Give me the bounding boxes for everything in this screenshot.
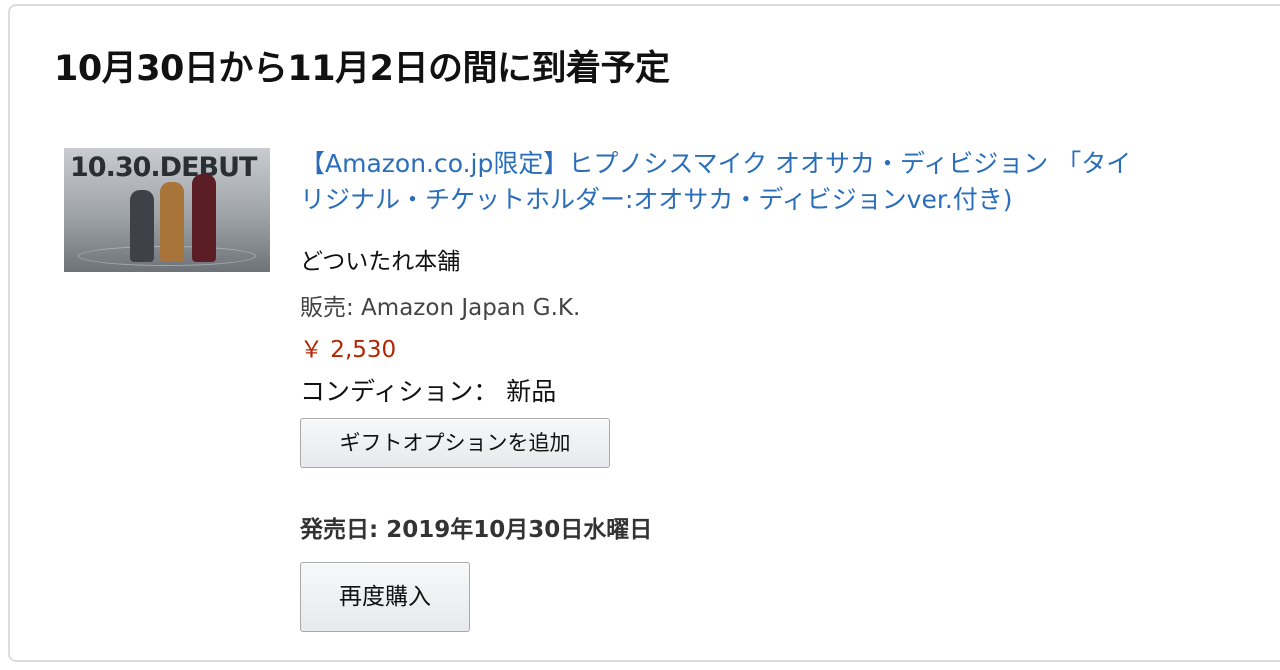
product-title-block: 【Amazon.co.jp限定】ヒプノシスマイク オオサカ・ディビジョン 「タイ… <box>300 146 1280 218</box>
thumbnail-figure-right <box>192 174 216 262</box>
thumbnail-caption: 10.30.DEBUT <box>70 152 257 183</box>
buy-again-button[interactable]: 再度購入 <box>300 562 470 632</box>
release-date: 発売日: 2019年10月30日水曜日 <box>300 517 653 543</box>
delivery-estimate-heading: 10月30日から11月2日の間に到着予定 <box>54 49 670 89</box>
item-condition: コンディション： 新品 <box>300 377 557 406</box>
seller-info: 販売: Amazon Japan G.K. <box>300 295 581 321</box>
product-thumbnail[interactable]: 10.30.DEBUT <box>64 148 270 272</box>
product-title-link-line2[interactable]: リジナル・チケットホルダー:オオサカ・ディビジョンver.付き) <box>300 182 1280 218</box>
order-card: 10月30日から11月2日の間に到着予定 10.30.DEBUT 【Amazon… <box>8 4 1280 662</box>
item-price: ￥ 2,530 <box>300 337 397 363</box>
add-gift-option-button[interactable]: ギフトオプションを追加 <box>300 418 610 468</box>
product-title-link-line1[interactable]: 【Amazon.co.jp限定】ヒプノシスマイク オオサカ・ディビジョン 「タイ <box>300 146 1280 182</box>
thumbnail-figure-center <box>160 182 184 262</box>
product-author: どついたれ本舗 <box>300 249 461 275</box>
thumbnail-figure-left <box>130 190 154 262</box>
